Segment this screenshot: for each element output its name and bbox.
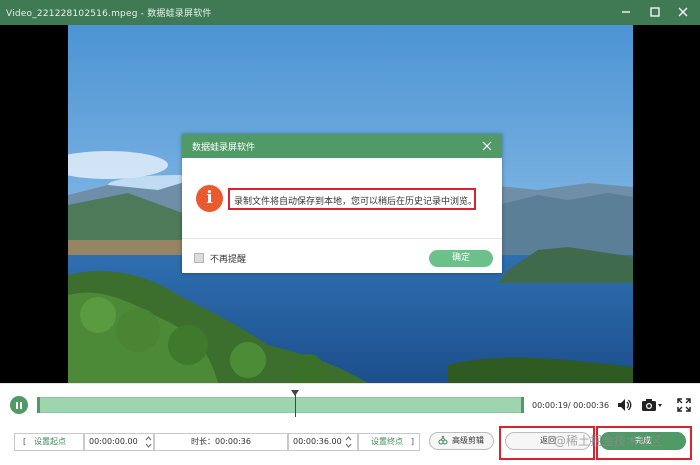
pause-icon[interactable]	[10, 396, 28, 414]
watermark: @稀土掘金技术社区	[554, 434, 663, 448]
camera-icon[interactable]	[640, 396, 664, 414]
confirm-button[interactable]: 确定	[429, 250, 493, 267]
trim-start-handle[interactable]	[37, 397, 40, 413]
bracket-close-icon: ]	[410, 437, 414, 446]
bracket-open-icon: [	[23, 437, 27, 446]
window-title: Video_221228102516.mpeg - 数据蛙录屏软件	[6, 9, 212, 19]
title-bar: Video_221228102516.mpeg - 数据蛙录屏软件	[0, 0, 700, 25]
start-time-value: 00:00:00.00	[89, 437, 138, 446]
minimize-icon[interactable]	[616, 3, 636, 21]
info-icon: i	[196, 185, 223, 212]
end-time-value: 00:00:36.00	[293, 437, 342, 446]
set-start-label: 设置起点	[34, 437, 66, 446]
close-icon[interactable]	[673, 3, 693, 21]
time-readout: 00:00:19/ 00:00:36	[532, 401, 610, 410]
duration-label: 时长：00:00:36	[191, 437, 251, 446]
dialog-header: 数据蛙录屏软件	[182, 134, 502, 158]
scissors-icon	[438, 433, 448, 455]
fullscreen-icon[interactable]	[675, 396, 693, 414]
notice-dialog: 数据蛙录屏软件 i 录制文件将自动保存到本地，您可以稍后在历史记录中浏览。 不再…	[182, 134, 502, 273]
dialog-title: 数据蛙录屏软件	[192, 143, 256, 153]
advanced-edit-label: 高级剪辑	[452, 436, 484, 445]
maximize-icon[interactable]	[645, 3, 665, 21]
highlight-box: 录制文件将自动保存到本地，您可以稍后在历史记录中浏览。	[228, 188, 478, 210]
dont-remind-checkbox[interactable]	[194, 253, 204, 263]
set-end-button[interactable]: 设置终点 ]	[358, 433, 420, 451]
divider	[182, 238, 502, 239]
volume-icon[interactable]	[616, 396, 634, 414]
duration-field: 时长：00:00:36	[154, 433, 288, 451]
dialog-message: 录制文件将自动保存到本地，您可以稍后在历史记录中浏览。	[234, 197, 478, 207]
end-time-stepper[interactable]	[343, 433, 353, 451]
set-start-button[interactable]: [ 设置起点	[14, 433, 84, 451]
start-time-stepper[interactable]	[143, 433, 153, 451]
timeline-track[interactable]	[37, 397, 524, 413]
trim-end-handle[interactable]	[521, 397, 524, 413]
close-icon[interactable]	[478, 137, 496, 155]
advanced-edit-button[interactable]: 高级剪辑	[429, 432, 494, 450]
dont-remind-label[interactable]: 不再提醒	[210, 252, 246, 265]
set-end-label: 设置终点	[371, 437, 403, 446]
playhead-line[interactable]	[295, 391, 296, 417]
timeline-bar: 00:00:19/ 00:00:36	[0, 383, 700, 425]
